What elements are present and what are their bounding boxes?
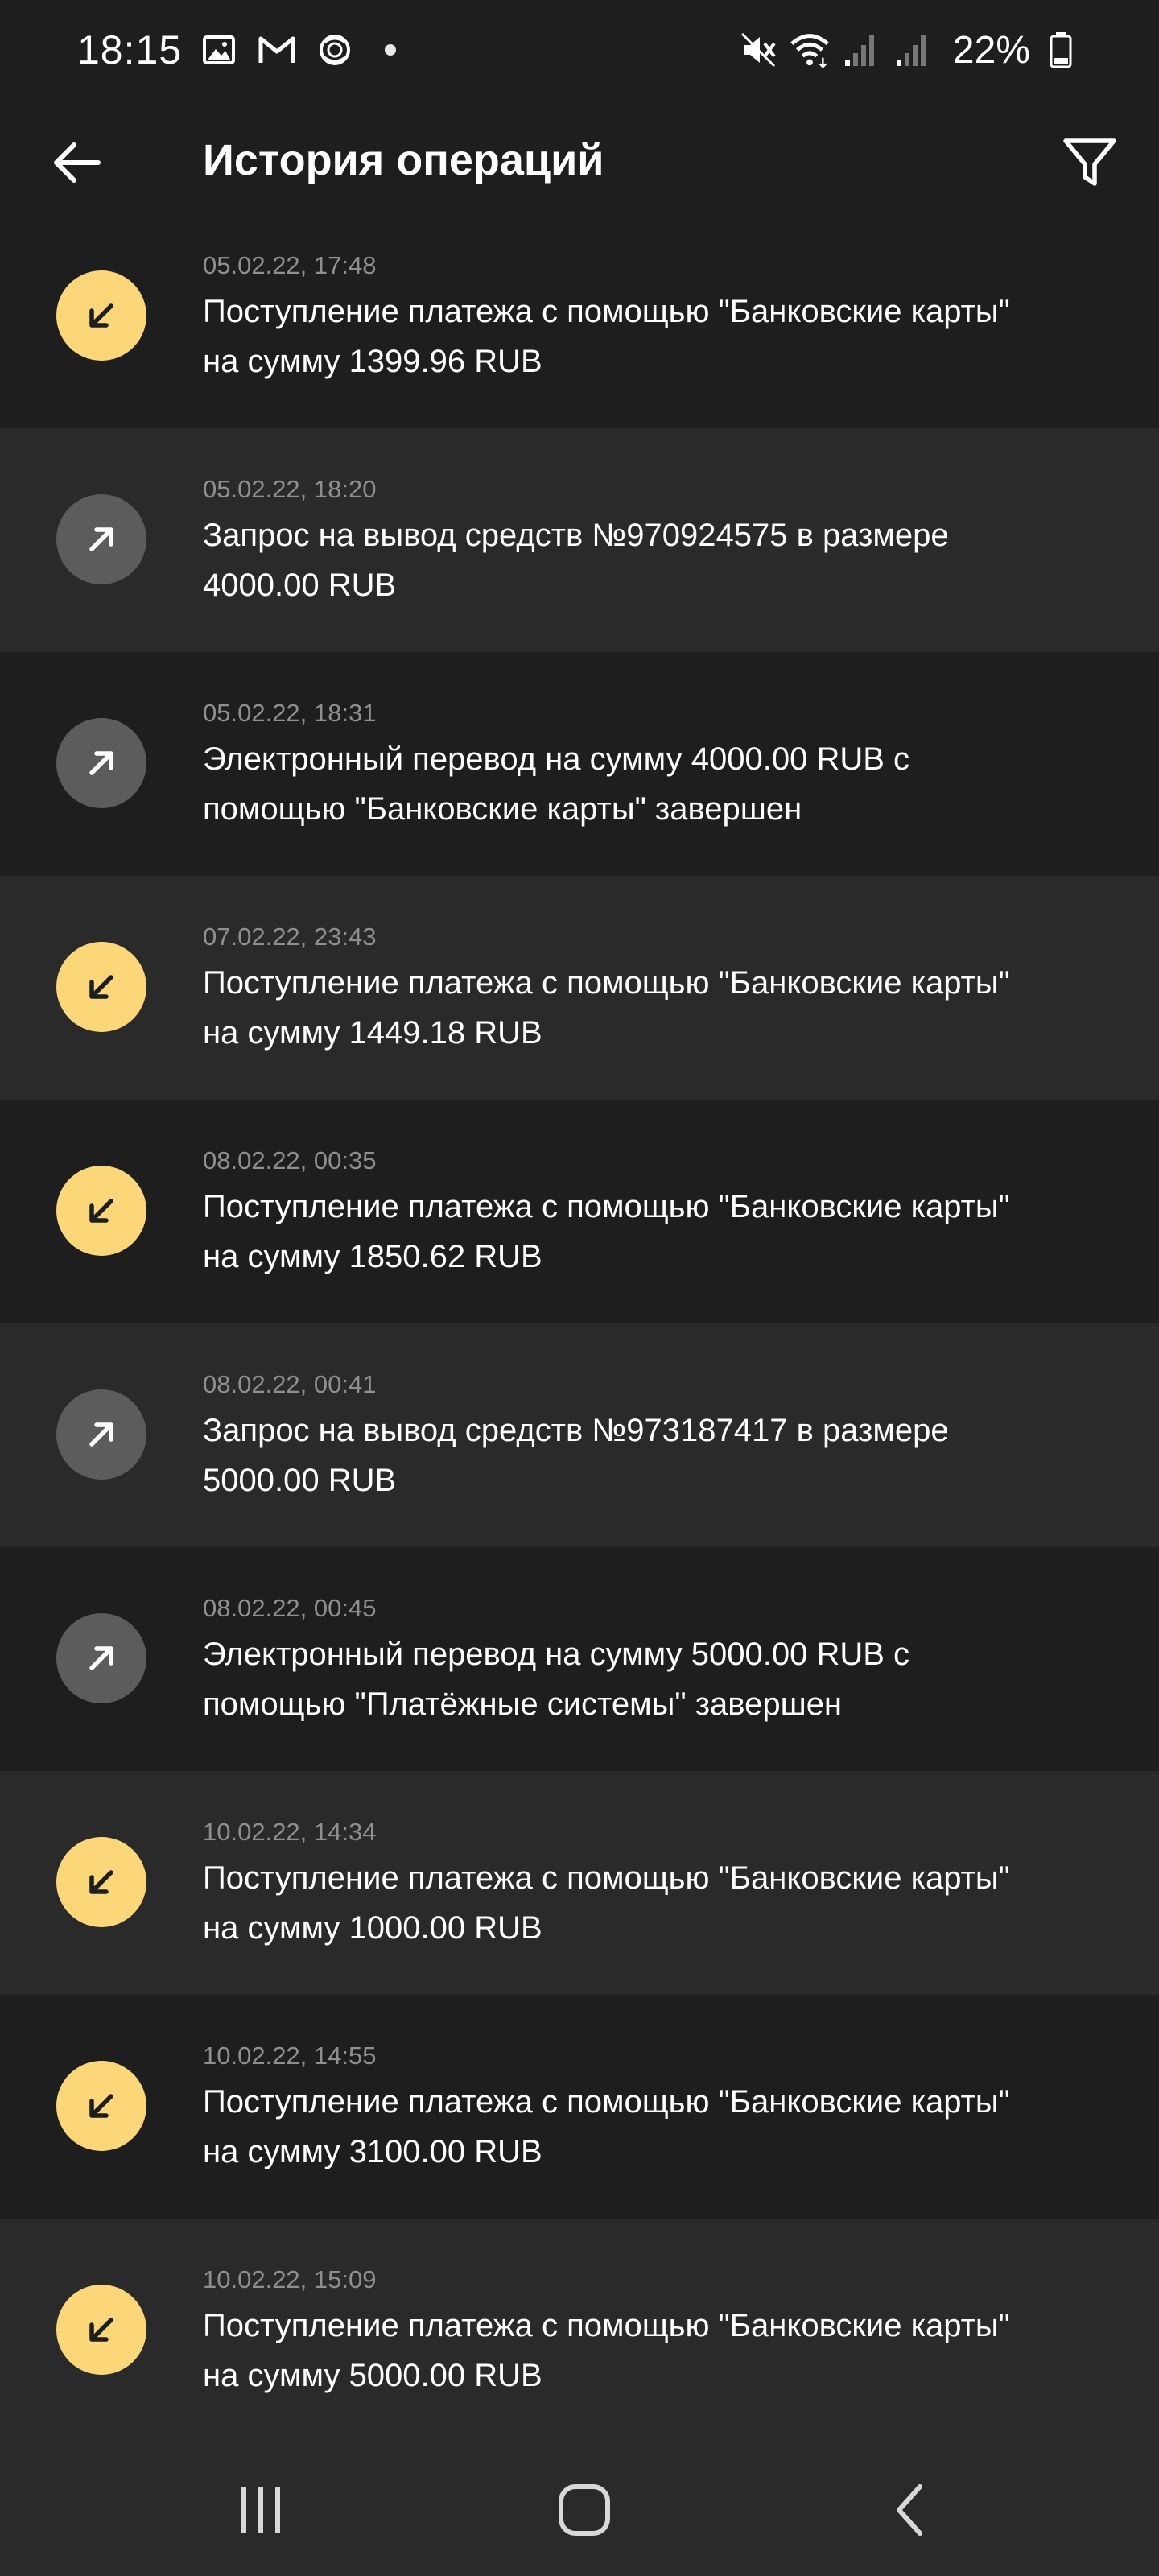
signal-icon xyxy=(892,29,934,71)
operation-description: Запрос на вывод средств №970924575 в раз… xyxy=(203,518,949,603)
status-right: 22% xyxy=(737,28,1082,72)
incoming-payment-icon xyxy=(56,1166,146,1256)
back-button[interactable] xyxy=(45,130,109,195)
wifi-icon xyxy=(789,29,831,71)
operation-date: 10.02.22, 14:55 xyxy=(203,2041,377,2070)
operation-row[interactable]: 05.02.22, 18:20 Запрос на вывод средств №… xyxy=(0,428,1159,652)
arrow-left-icon xyxy=(54,142,101,183)
operation-row[interactable]: 08.02.22, 00:45 Электронный перевод на су… xyxy=(0,1547,1159,1771)
operation-date: 08.02.22, 00:35 xyxy=(203,1146,377,1174)
operation-description: Электронный перевод на сумму 4000.00 RUB… xyxy=(203,741,910,827)
outgoing-payment-icon xyxy=(56,494,146,584)
incoming-payment-icon xyxy=(56,1837,146,1927)
incoming-payment-icon xyxy=(56,942,146,1032)
notification-dot-icon xyxy=(385,44,397,56)
operation-description: Электронный перевод на сумму 5000.00 RUB… xyxy=(203,1637,910,1722)
operation-description: Поступление платежа с помощью "Банковски… xyxy=(203,2308,1010,2393)
operation-row[interactable]: 07.02.22, 23:43 Поступление платежа с пом… xyxy=(0,876,1159,1100)
recent-apps-button[interactable] xyxy=(212,2462,309,2558)
status-time: 18:15 xyxy=(77,27,183,72)
incoming-payment-icon xyxy=(56,2061,146,2151)
operation-description: Поступление платежа с помощью "Банковски… xyxy=(203,294,1010,379)
back-icon xyxy=(897,2484,922,2536)
system-nav-bar xyxy=(0,2423,1159,2576)
battery-icon xyxy=(1040,29,1082,71)
gallery-icon xyxy=(198,29,240,71)
status-bar: 18:15 22% xyxy=(0,0,1159,100)
status-left: 18:15 xyxy=(77,27,397,73)
operation-row[interactable]: 08.02.22, 00:35 Поступление платежа с пом… xyxy=(0,1100,1159,1323)
operation-date: 08.02.22, 00:41 xyxy=(203,1370,377,1398)
signal-icon xyxy=(840,29,882,71)
operation-description: Поступление платежа с помощью "Банковски… xyxy=(203,1860,1010,1946)
operation-date: 05.02.22, 18:20 xyxy=(203,475,377,503)
operation-date: 05.02.22, 17:48 xyxy=(203,251,377,279)
app-bar: История операций xyxy=(0,113,1159,209)
operations-list: 05.02.22, 17:48 Поступление платежа с пом… xyxy=(0,204,1159,2442)
operation-description: Поступление платежа с помощью "Банковски… xyxy=(203,2084,1010,2169)
recent-apps-icon xyxy=(241,2487,280,2533)
home-icon xyxy=(559,2484,610,2536)
incoming-payment-icon xyxy=(56,2285,146,2375)
gmail-icon xyxy=(256,29,298,71)
operation-row[interactable]: 08.02.22, 00:41 Запрос на вывод средств №… xyxy=(0,1323,1159,1547)
battery-percent: 22% xyxy=(952,28,1030,72)
operation-description: Поступление платежа с помощью "Банковски… xyxy=(203,965,1010,1051)
flower-icon xyxy=(314,29,356,71)
operation-date: 08.02.22, 00:45 xyxy=(203,1594,377,1622)
operation-row[interactable]: 05.02.22, 18:31 Электронный перевод на су… xyxy=(0,652,1159,876)
operation-date: 10.02.22, 15:09 xyxy=(203,2265,377,2293)
operation-description: Запрос на вывод средств №973187417 в раз… xyxy=(203,1413,949,1498)
operation-date: 10.02.22, 14:34 xyxy=(203,1818,377,1846)
operation-description: Поступление платежа с помощью "Банковски… xyxy=(203,1189,1010,1274)
operation-date: 05.02.22, 18:31 xyxy=(203,699,377,727)
screen: 18:15 22% История операций 05.02.22, 17:… xyxy=(0,0,1159,2576)
operation-row[interactable]: 10.02.22, 14:55 Поступление платежа с пом… xyxy=(0,1995,1159,2219)
outgoing-payment-icon xyxy=(56,1389,146,1480)
operation-row[interactable]: 10.02.22, 14:34 Поступление платежа с пом… xyxy=(0,1771,1159,1995)
filter-icon xyxy=(1063,138,1116,186)
incoming-payment-icon xyxy=(56,270,146,361)
filter-button[interactable] xyxy=(1056,129,1124,196)
home-button[interactable] xyxy=(536,2462,633,2558)
operation-date: 07.02.22, 23:43 xyxy=(203,923,377,951)
outgoing-payment-icon xyxy=(56,1613,146,1703)
mute-icon xyxy=(737,29,779,71)
system-back-button[interactable] xyxy=(861,2462,958,2558)
operation-row[interactable]: 10.02.22, 15:09 Поступление платежа с пом… xyxy=(0,2219,1159,2442)
page-title: История операций xyxy=(203,136,604,184)
outgoing-payment-icon xyxy=(56,718,146,808)
operation-row[interactable]: 05.02.22, 17:48 Поступление платежа с пом… xyxy=(0,204,1159,428)
